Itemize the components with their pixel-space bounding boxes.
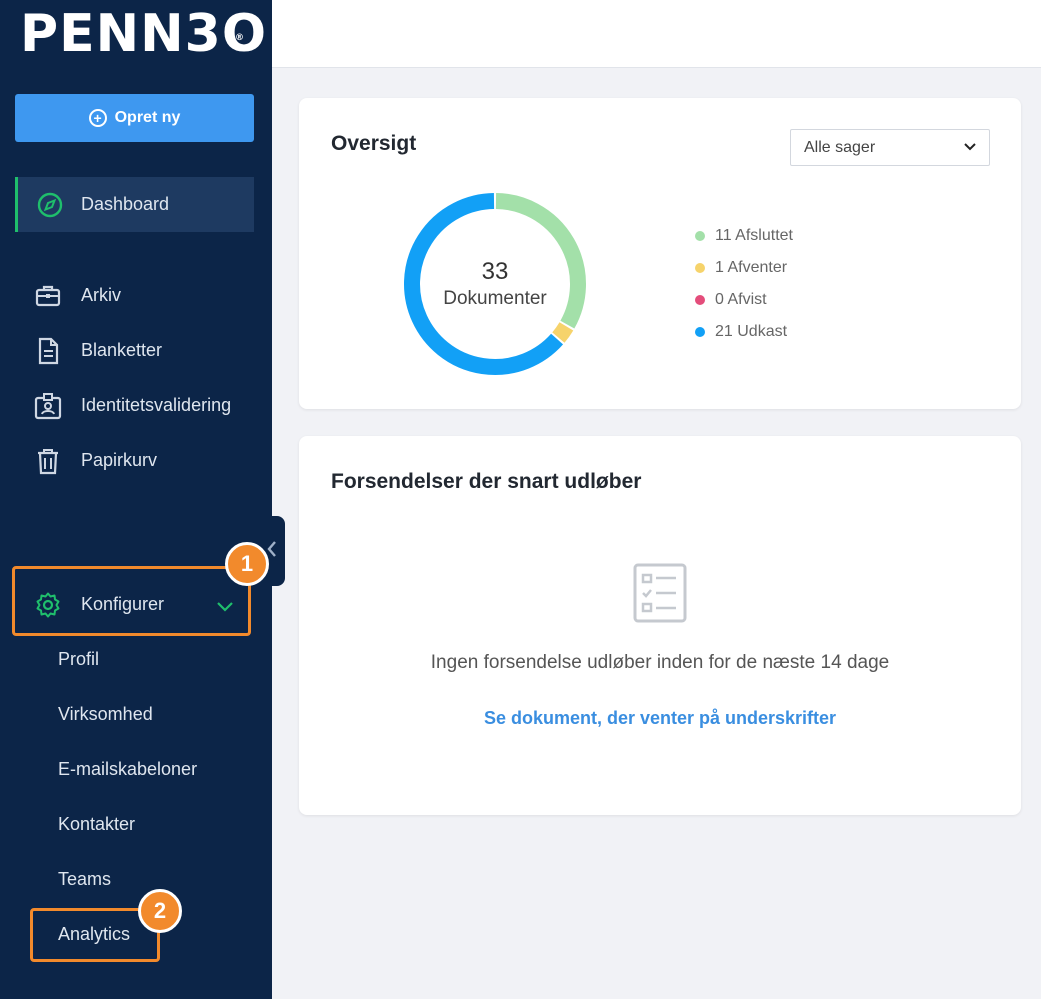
sidebar: PENN3O ® + Opret ny Dashboard Arkiv Blank… <box>0 0 272 999</box>
status-legend: 11 Afsluttet 1 Afventer 0 Afvist 21 Udka… <box>695 220 793 348</box>
expiring-title: Forsendelser der snart udløber <box>331 470 642 493</box>
create-new-button[interactable]: + Opret ny <box>15 94 254 142</box>
empty-state-text: Ingen forsendelse udløber inden for de n… <box>430 652 890 673</box>
sidebar-item-label: Identitetsvalidering <box>81 395 232 415</box>
sidebar-item-label: Papirkurv <box>81 450 158 470</box>
sub-item-emailskabeloner[interactable]: E-mailskabeloner <box>58 759 197 780</box>
step-badge-1: 1 <box>225 542 269 586</box>
legend-item-afvist: 0 Afvist <box>695 284 793 316</box>
chevron-down-icon <box>963 140 977 159</box>
sidebar-item-label: Dashboard <box>81 194 170 214</box>
expiring-card: Forsendelser der snart udløber Ingen for… <box>299 436 1021 815</box>
logo-text: PENN3O <box>20 4 268 64</box>
awaiting-signatures-link[interactable]: Se dokument, der venter på underskrifter <box>299 708 1021 729</box>
step-badge-2: 2 <box>138 889 182 933</box>
legend-label: 0 Afvist <box>715 291 767 308</box>
case-filter-value: Alle sager <box>804 138 876 156</box>
donut-center: 33 Dokumenter <box>402 191 588 377</box>
create-new-label: Opret ny <box>114 109 181 126</box>
sub-item-virksomhed[interactable]: Virksomhed <box>58 704 153 725</box>
sidebar-item-label: Blanketter <box>81 340 163 360</box>
legend-dot <box>695 263 705 273</box>
trademark: ® <box>235 33 245 43</box>
legend-item-udkast: 21 Udkast <box>695 316 793 348</box>
document-icon <box>15 337 81 365</box>
legend-item-afventer: 1 Afventer <box>695 252 793 284</box>
overview-card: Oversigt Alle sager 33 Dokumenter 11 Afs… <box>299 98 1021 409</box>
document-status-donut: 33 Dokumenter <box>402 191 588 377</box>
sidebar-item-blanketter[interactable]: Blanketter <box>15 323 254 378</box>
penneo-logo[interactable]: PENN3O ® <box>0 0 272 68</box>
legend-label: 1 Afventer <box>715 259 788 276</box>
checklist-icon <box>632 562 688 629</box>
compass-icon <box>18 191 81 219</box>
briefcase-icon <box>15 283 81 309</box>
legend-label: 21 Udkast <box>715 323 788 340</box>
total-documents-count: 33 <box>481 258 509 285</box>
trash-icon <box>15 447 81 475</box>
sub-item-kontakter[interactable]: Kontakter <box>58 814 135 835</box>
legend-dot <box>695 295 705 305</box>
sidebar-item-label: Arkiv <box>81 285 121 305</box>
sidebar-item-arkiv[interactable]: Arkiv <box>15 268 254 323</box>
sidebar-item-dashboard[interactable]: Dashboard <box>15 177 254 232</box>
sidebar-item-identitetsvalidering[interactable]: Identitetsvalidering <box>15 378 254 433</box>
plus-circle-icon: + <box>88 109 107 127</box>
id-badge-icon <box>15 392 81 420</box>
top-bar <box>272 0 1041 68</box>
sub-item-profil[interactable]: Profil <box>58 649 99 670</box>
overview-title: Oversigt <box>331 132 417 155</box>
legend-label: 11 Afsluttet <box>715 227 793 244</box>
total-documents-label: Dokumenter <box>443 288 547 309</box>
sub-item-teams[interactable]: Teams <box>58 869 111 890</box>
legend-dot <box>695 231 705 241</box>
legend-item-afsluttet: 11 Afsluttet <box>695 220 793 252</box>
case-filter-select[interactable]: Alle sager <box>790 129 990 166</box>
highlight-box-konfigurer <box>12 566 251 636</box>
legend-dot <box>695 327 705 337</box>
sidebar-item-papirkurv[interactable]: Papirkurv <box>15 433 254 488</box>
